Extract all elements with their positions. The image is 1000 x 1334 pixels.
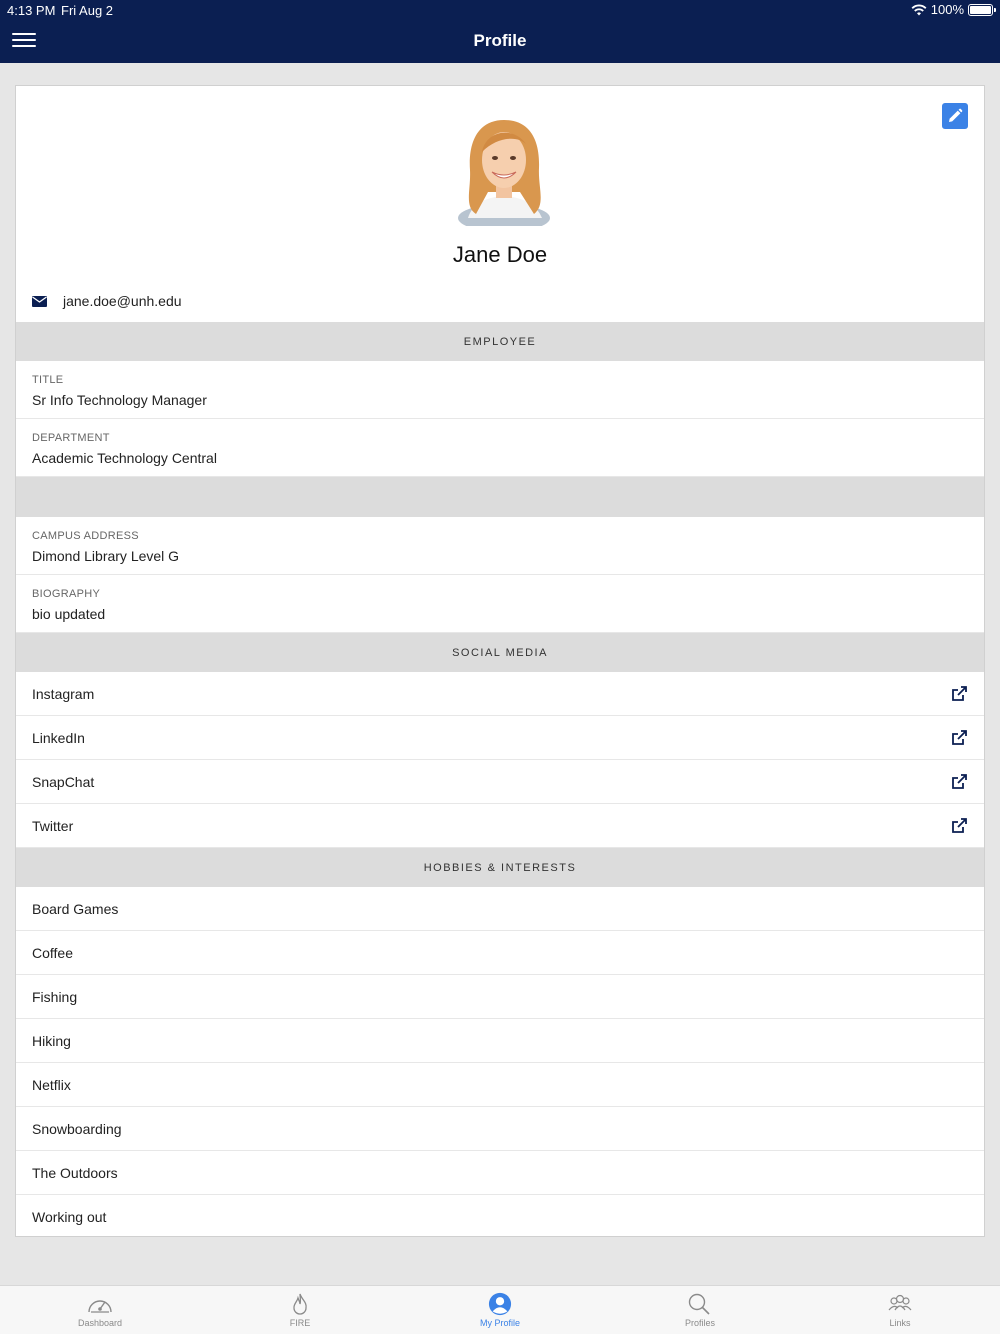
top-bar: 4:13 PM Fri Aug 2 100% Profile [0, 0, 1000, 63]
hobby-item: Board Games [16, 887, 984, 931]
field-label: TITLE [32, 374, 64, 386]
field-title: TITLE Sr Info Technology Manager [16, 361, 984, 419]
field-campus-address: CAMPUS ADDRESS Dimond Library Level G [16, 517, 984, 575]
field-biography: BIOGRAPHY bio updated [16, 575, 984, 633]
envelope-icon [32, 296, 47, 307]
tab-label: Links [889, 1318, 911, 1328]
field-value: bio updated [32, 606, 106, 622]
external-link-icon[interactable] [950, 817, 968, 835]
social-label: SnapChat [32, 773, 95, 790]
external-link-icon[interactable] [950, 773, 968, 791]
tab-my-profile[interactable]: My Profile [400, 1286, 600, 1334]
email-row[interactable]: jane.doe@unh.edu [32, 290, 182, 312]
section-header-blank [16, 477, 984, 517]
field-label: CAMPUS ADDRESS [32, 530, 139, 542]
tab-label: Dashboard [77, 1318, 123, 1328]
tab-links[interactable]: Links [800, 1286, 1000, 1334]
hobby-item: Coffee [16, 931, 984, 975]
speedometer-icon [88, 1300, 112, 1313]
people-icon [888, 1294, 912, 1311]
social-label: LinkedIn [32, 729, 85, 746]
battery-percent: 100% [930, 2, 964, 17]
tab-label: Profiles [684, 1318, 715, 1328]
hobby-item: The Outdoors [16, 1151, 984, 1195]
social-row-instagram[interactable]: Instagram [16, 672, 984, 716]
edit-profile-button[interactable] [942, 103, 968, 129]
social-label: Twitter [32, 817, 74, 834]
search-icon [688, 1293, 710, 1315]
social-row-twitter[interactable]: Twitter [16, 804, 984, 848]
battery-icon [968, 3, 996, 16]
hobby-item: Snowboarding [16, 1107, 984, 1151]
field-value: Sr Info Technology Manager [32, 392, 207, 408]
tab-fire[interactable]: FIRE [200, 1286, 400, 1334]
tab-dashboard[interactable]: Dashboard [0, 1286, 200, 1334]
social-row-snapchat[interactable]: SnapChat [16, 760, 984, 804]
field-label: DEPARTMENT [32, 432, 110, 444]
flame-icon [293, 1293, 307, 1315]
status-date: Fri Aug 2 [61, 3, 114, 18]
pencil-icon [949, 108, 963, 122]
tab-label: FIRE [289, 1318, 311, 1328]
tab-label: My Profile [479, 1318, 520, 1328]
hobby-item: Fishing [16, 975, 984, 1019]
profile-name: Jane Doe [452, 242, 548, 267]
external-link-icon[interactable] [950, 729, 968, 747]
field-value: Dimond Library Level G [32, 548, 180, 564]
tab-profiles[interactable]: Profiles [600, 1286, 800, 1334]
hobby-item: Netflix [16, 1063, 984, 1107]
social-label: Instagram [32, 685, 95, 702]
email-text[interactable]: jane.doe@unh.edu [63, 293, 182, 309]
field-value: Academic Technology Central [32, 450, 217, 466]
profile-card: Jane Doe jane.doe@unh.edu EMPLOYEE TITLE… [15, 85, 985, 1237]
status-time: 4:13 PM [7, 3, 56, 18]
tab-bar: Dashboard FIRE My Profile Profiles Links [0, 1285, 1000, 1334]
status-indicators: 100% [911, 2, 996, 17]
field-department: DEPARTMENT Academic Technology Central [16, 419, 984, 477]
section-header-social-media: SOCIAL MEDIA [16, 633, 984, 672]
social-row-linkedin[interactable]: LinkedIn [16, 716, 984, 760]
page-title: Profile [473, 31, 527, 50]
hobby-item: Working out [32, 1209, 107, 1225]
field-label: BIOGRAPHY [32, 588, 101, 600]
wifi-icon [911, 4, 927, 15]
hobby-item: Hiking [16, 1019, 984, 1063]
user-icon [488, 1292, 512, 1316]
profile-sections: EMPLOYEE TITLE Sr Info Technology Manage… [16, 322, 984, 1236]
section-header-employee: EMPLOYEE [16, 322, 984, 361]
avatar [458, 120, 550, 226]
external-link-icon[interactable] [950, 685, 968, 703]
section-header-hobbies: HOBBIES & INTERESTS [16, 848, 984, 887]
